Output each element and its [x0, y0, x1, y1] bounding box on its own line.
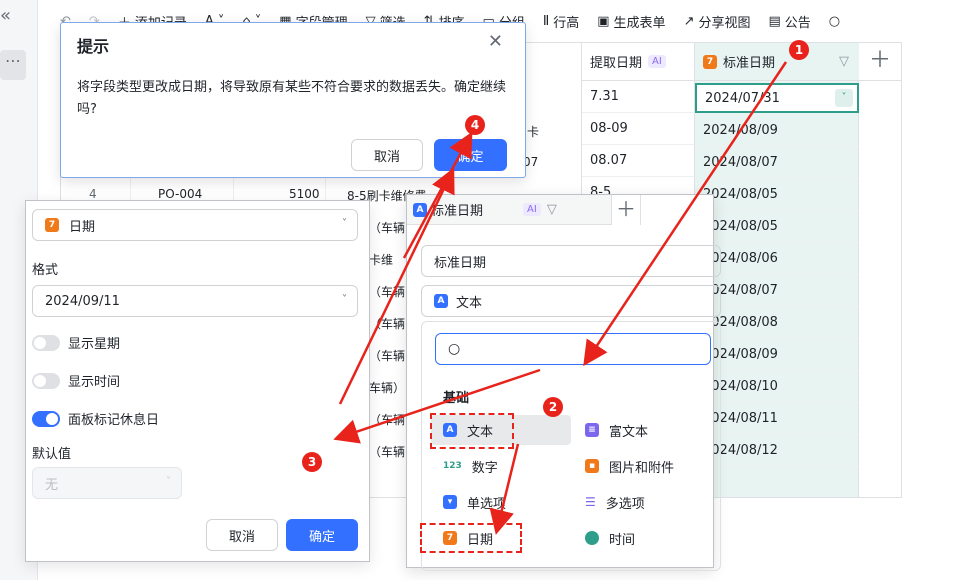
step-marker-4: 4	[465, 115, 485, 135]
step-marker-2: 2	[543, 397, 563, 417]
step-marker-1: 1	[789, 40, 809, 60]
step-marker-3: 3	[302, 452, 322, 472]
arrow-1	[583, 61, 788, 367]
annotation-arrows	[333, 61, 788, 535]
arrow-4	[338, 167, 455, 405]
arrow-3	[489, 443, 520, 535]
arrow-5	[402, 131, 473, 259]
arrow-2	[333, 368, 541, 444]
